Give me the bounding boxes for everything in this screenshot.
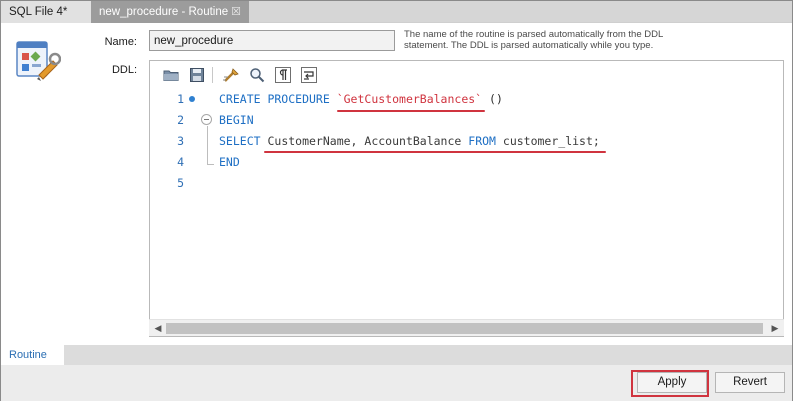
ddl-editor[interactable]: 1 CREATE PROCEDURE `GetCustomerBalances` … xyxy=(149,60,784,337)
horizontal-scrollbar[interactable]: ◀ ▶ xyxy=(149,319,784,336)
select-statement-underline xyxy=(264,151,606,153)
apply-highlight-box xyxy=(631,370,709,397)
line-number: 2 xyxy=(177,113,184,127)
code-line[interactable]: 3 SELECT CustomerName, AccountBalance FRO… xyxy=(150,131,780,151)
scroll-right-icon[interactable]: ▶ xyxy=(770,323,780,333)
tab-sql-file[interactable]: SQL File 4* xyxy=(1,1,91,23)
revert-button[interactable]: Revert xyxy=(715,372,785,393)
line-number: 1 xyxy=(177,92,184,106)
line-number: 5 xyxy=(177,176,184,190)
code-token: END xyxy=(219,155,240,169)
editor-toolbar xyxy=(150,61,783,89)
code-token: CREATE PROCEDURE xyxy=(219,92,337,106)
code-text: SELECT CustomerName, AccountBalance FROM… xyxy=(219,131,600,151)
save-icon[interactable] xyxy=(188,66,206,84)
line-number: 4 xyxy=(177,155,184,169)
tab-routine[interactable]: Routine xyxy=(1,345,64,365)
find-icon[interactable] xyxy=(248,66,266,84)
routine-editor-window: SQL File 4* new_procedure - Routine ☒ Na… xyxy=(0,0,793,401)
wrap-icon[interactable] xyxy=(300,66,318,84)
code-token: FROM xyxy=(468,134,503,148)
code-line[interactable]: 1 CREATE PROCEDURE `GetCustomerBalances` … xyxy=(150,89,780,109)
open-folder-icon[interactable] xyxy=(162,66,180,84)
close-icon[interactable]: ☒ xyxy=(231,1,241,23)
ddl-label: DDL: xyxy=(111,64,137,76)
invisible-chars-icon[interactable] xyxy=(274,66,292,84)
code-line[interactable]: 5 xyxy=(150,173,780,193)
code-token: SELECT xyxy=(219,134,268,148)
code-line[interactable]: 2 BEGIN xyxy=(150,110,780,130)
code-text: END xyxy=(219,152,240,172)
name-hint-text: The name of the routine is parsed automa… xyxy=(404,29,663,51)
statement-marker-icon xyxy=(189,96,195,102)
code-token: customer_list; xyxy=(502,134,600,148)
beautify-icon[interactable] xyxy=(222,66,240,84)
line-number: 3 xyxy=(177,134,184,148)
fold-toggle-icon[interactable] xyxy=(201,114,212,125)
routine-icon xyxy=(15,39,62,83)
routine-name-underline xyxy=(337,110,485,112)
tab-bar: SQL File 4* new_procedure - Routine ☒ xyxy=(1,1,792,23)
code-text: BEGIN xyxy=(219,110,254,130)
code-text: CREATE PROCEDURE `GetCustomerBalances` (… xyxy=(219,89,503,109)
routine-name-input[interactable] xyxy=(149,30,395,51)
tab-label: new_procedure - Routine xyxy=(99,6,229,18)
tab-new-procedure-routine[interactable]: new_procedure - Routine ☒ xyxy=(91,1,249,23)
scroll-thumb[interactable] xyxy=(166,323,763,334)
code-token: () xyxy=(482,92,503,106)
code-token: BEGIN xyxy=(219,113,254,127)
code-token: CustomerName, AccountBalance xyxy=(267,134,469,148)
scroll-left-icon[interactable]: ◀ xyxy=(153,323,163,333)
code-line[interactable]: 4 END xyxy=(150,152,780,172)
code-token: `GetCustomerBalances` xyxy=(336,92,483,106)
bottom-tab-bar: Routine xyxy=(1,345,792,365)
name-label: Name: xyxy=(104,36,137,48)
